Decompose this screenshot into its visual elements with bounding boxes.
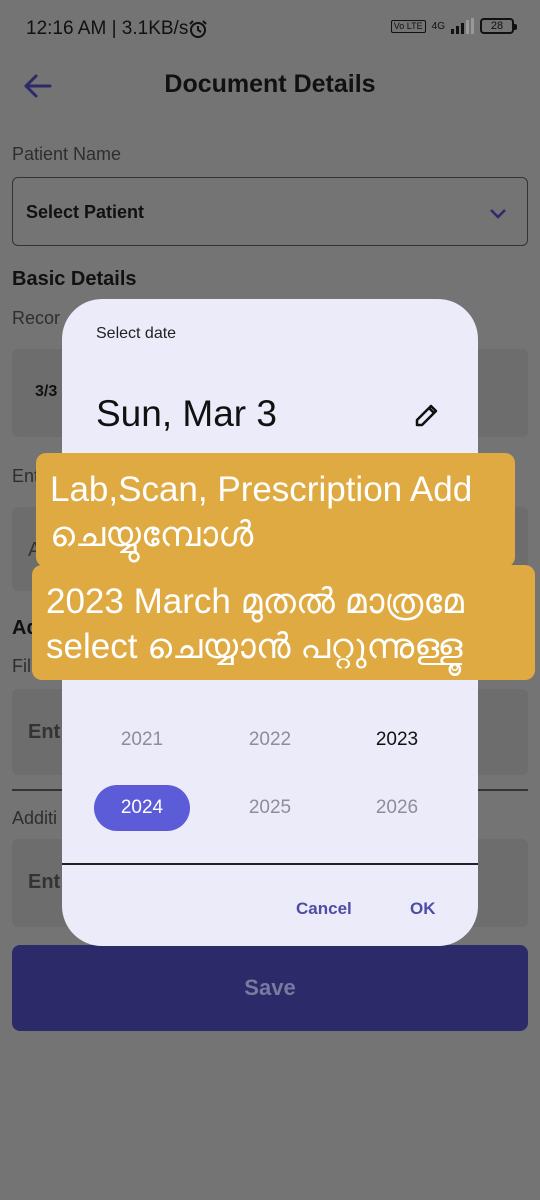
annotation-note-1-line-2: ചെയ്യുമ്പോൾ — [50, 515, 254, 554]
file-label: Fil — [12, 656, 31, 676]
year-2024-selected[interactable]: 2024 — [94, 785, 190, 831]
year-2026[interactable]: 2026 — [349, 785, 445, 831]
volte-icon: Vo LTE — [390, 19, 426, 33]
year-2025[interactable]: 2025 — [222, 785, 318, 831]
network-type: 4G — [431, 20, 445, 32]
signal-icon — [451, 18, 474, 34]
year-2021[interactable]: 2021 — [94, 717, 190, 763]
battery-icon: 28 — [480, 18, 517, 34]
alarm-clock-icon — [189, 20, 207, 38]
year-2022[interactable]: 2022 — [222, 717, 318, 763]
page-title: Document Details — [164, 70, 376, 98]
annotation-note-2-line-2: select ചെയ്യാൻ പറ്റുന്നുള്ളൂ — [46, 627, 463, 666]
year-2023-current[interactable]: 2023 — [349, 717, 445, 763]
status-time: 12:16 AM | 3.1KB/s — [26, 18, 189, 39]
patient-name-label: Patient Name — [12, 144, 122, 164]
status-bar: 12:16 AM | 3.1KB/s Vo LTE 4G 28 — [0, 0, 540, 60]
cancel-button[interactable]: Cancel — [296, 899, 352, 919]
basic-details-heading: Basic Details — [12, 268, 137, 290]
additional-label: Additi — [12, 808, 58, 828]
chevron-down-icon — [490, 209, 506, 219]
date-picker-helper: Select date — [96, 325, 177, 342]
annotation-note-1-line-1: Lab,Scan, Prescription Add — [50, 470, 473, 509]
selected-date-headline: Sun, Mar 3 — [96, 393, 277, 434]
annotation-note-2: 2023 March മുതൽ മാത്രമേ select ചെയ്യാൻ പ… — [32, 565, 535, 680]
pencil-icon[interactable] — [412, 400, 442, 430]
additional-field-placeholder: Ent — [28, 871, 61, 893]
annotation-note-2-line-1: 2023 March മുതൽ മാത്രമേ — [46, 582, 464, 621]
record-date-value: 3/3 — [35, 383, 58, 400]
entry-label: Ent — [12, 466, 40, 486]
dialog-divider — [62, 863, 478, 865]
patient-select[interactable]: Select Patient — [12, 177, 528, 246]
patient-select-value: Select Patient — [26, 202, 145, 222]
record-date-label: Recor — [12, 308, 61, 328]
save-button[interactable]: Save — [12, 945, 528, 1031]
annotation-note-1: Lab,Scan, Prescription Add ചെയ്യുമ്പോൾ — [36, 453, 515, 567]
file-field-placeholder: Ent — [28, 721, 61, 743]
app-bar: Document Details — [0, 60, 540, 112]
ok-button[interactable]: OK — [410, 899, 436, 919]
